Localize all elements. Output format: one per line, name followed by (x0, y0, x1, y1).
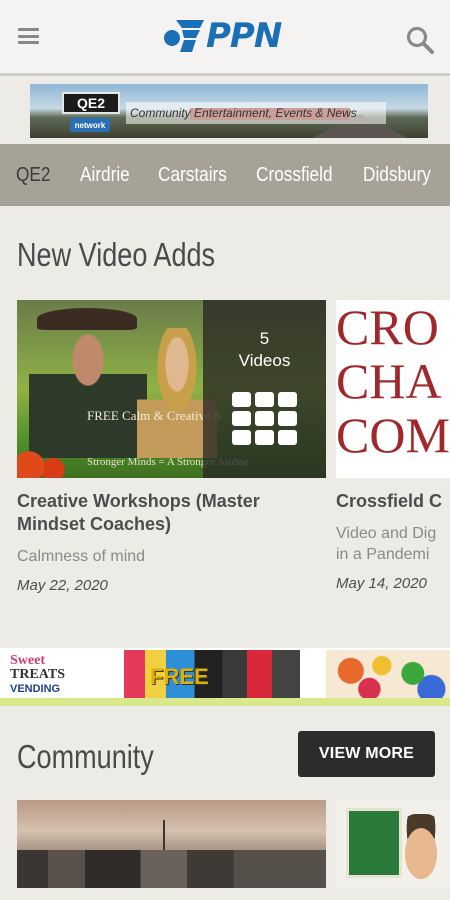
community-heading: Community (17, 738, 154, 775)
thumb-text: CRO CHA COM (336, 300, 450, 462)
logo-text: PPN (206, 16, 282, 56)
tab-didsbury[interactable]: Didsbury (351, 164, 443, 187)
search-icon[interactable] (406, 26, 434, 54)
painting-frame-graphic (346, 808, 402, 878)
community-thumbnail[interactable] (336, 800, 450, 888)
ad-brand-line: TREATS (10, 667, 65, 682)
card-description: Video and Dig in a Pandemi (336, 523, 450, 565)
video-count: 5 (259, 329, 270, 348)
app-header: PPN (0, 0, 450, 76)
view-more-button[interactable]: VIEW MORE (298, 731, 435, 777)
thumb-line: CHA (336, 353, 442, 409)
card-description-line: in a Pandemi (336, 546, 430, 563)
new-video-adds-heading: New Video Adds (17, 236, 216, 273)
video-thumbnail[interactable]: FREE Calm & Creative S Stronger Minds = … (17, 300, 326, 478)
tab-qe2[interactable]: QE2 (4, 164, 63, 187)
tab-airdrie[interactable]: Airdrie (68, 164, 142, 187)
logo-mark-icon (162, 16, 204, 56)
top-banner-ad[interactable]: QE2 network Community Entertainment, Eve… (30, 84, 428, 138)
location-tabs: QE2 Airdrie Carstairs Crossfield Didsbur… (0, 144, 450, 206)
ad-brand-line: VENDING (10, 683, 61, 695)
video-card[interactable]: CRO CHA COM Crossfield C Video and Dig i… (336, 300, 450, 592)
tab-carstairs[interactable]: Carstairs (146, 164, 239, 187)
ad-brand-line: Sweet (10, 653, 45, 668)
card-date: May 22, 2020 (17, 577, 108, 594)
banner-tagline: Community Entertainment, Events & News (126, 102, 386, 124)
person-image (396, 814, 446, 886)
card-description: Calmness of mind (17, 548, 146, 565)
qe2-badge: QE2 (62, 92, 120, 114)
thumb-line: CRO (336, 300, 439, 355)
community-thumbnail[interactable] (17, 800, 326, 888)
tab-crossfield[interactable]: Crossfield (244, 164, 345, 187)
hamburger-menu-icon[interactable] (18, 28, 39, 44)
sweet-treats-ad-banner[interactable]: Sweet TREATS VENDING FREE (0, 648, 450, 706)
card-title[interactable]: Creative Workshops (Master Mindset Coach… (17, 490, 326, 536)
thumb-line: COM (336, 407, 450, 463)
bottom-edge (0, 888, 450, 900)
ad-free-text: FREE (150, 664, 209, 689)
cowboy-hat-graphic (37, 308, 137, 330)
leaves-graphic (17, 450, 77, 478)
video-card[interactable]: FREE Calm & Creative S Stronger Minds = … (17, 300, 326, 594)
card-date: May 14, 2020 (336, 575, 427, 592)
candy-image (326, 650, 450, 702)
card-title[interactable]: Crossfield C (336, 490, 450, 513)
ad-contact-strip (0, 698, 450, 706)
video-count-label: Videos (238, 351, 291, 370)
network-badge: network (70, 118, 110, 132)
video-count-overlay[interactable]: 5 Videos (203, 300, 326, 478)
person-image (29, 318, 147, 458)
city-skyline-graphic (17, 850, 326, 888)
card-description-line: Video and Dig (336, 525, 437, 542)
grid-icon (231, 392, 298, 449)
video-thumbnail[interactable]: CRO CHA COM (336, 300, 450, 478)
sweet-treats-logo: Sweet TREATS VENDING (10, 654, 110, 696)
ppn-logo[interactable]: PPN (162, 14, 294, 58)
